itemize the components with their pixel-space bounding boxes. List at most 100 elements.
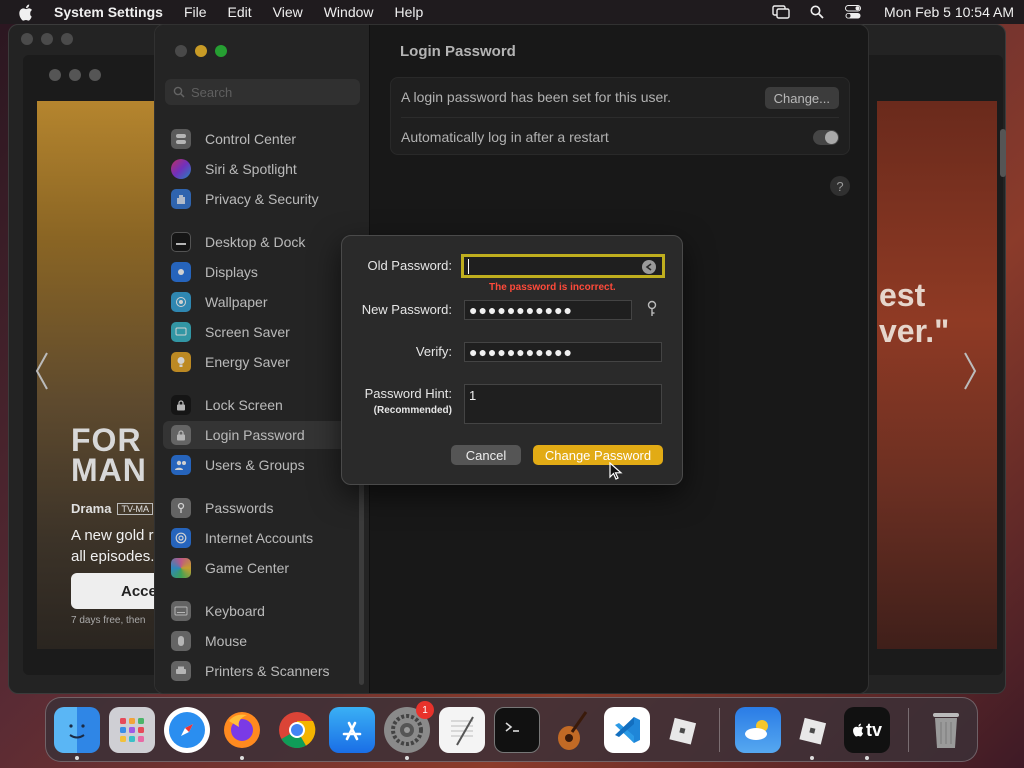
tv-window-controls (21, 33, 73, 45)
cancel-button[interactable]: Cancel (451, 445, 521, 465)
running-indicator (810, 756, 814, 760)
sidebar-item-label: Lock Screen (205, 397, 283, 413)
auto-login-toggle[interactable] (813, 130, 839, 145)
app-store-icon[interactable] (329, 707, 375, 753)
menu-clock[interactable]: Mon Feb 5 10:54 AM (884, 4, 1014, 20)
zoom-button[interactable] (215, 45, 227, 57)
hand-icon (171, 189, 191, 209)
vscode-icon[interactable] (604, 707, 650, 753)
terminal-icon[interactable] (494, 707, 540, 753)
sidebar-search[interactable] (165, 79, 360, 105)
chevron-left-icon[interactable] (35, 351, 49, 391)
users-icon (171, 455, 191, 475)
screen-mirroring-icon[interactable] (772, 5, 790, 19)
clear-field-icon[interactable] (642, 260, 656, 274)
old-password-field[interactable] (461, 254, 665, 278)
sidebar-item-displays[interactable]: Displays (163, 258, 361, 286)
sidebar-item-siri[interactable]: Siri & Spotlight (163, 155, 361, 183)
menu-bar: System Settings File Edit View Window He… (0, 0, 1024, 24)
textedit-icon[interactable] (439, 707, 485, 753)
sidebar-item-label: Login Password (205, 427, 305, 443)
login-password-icon (171, 425, 191, 445)
running-indicator (75, 756, 79, 760)
sidebar-item-privacy[interactable]: Privacy & Security (163, 185, 361, 213)
mouse-pointer-icon (609, 462, 623, 480)
sidebar-item-desktop-dock[interactable]: Desktop & Dock (163, 228, 361, 256)
menu-view[interactable]: View (273, 4, 303, 20)
sidebar-item-game-center[interactable]: Game Center (163, 554, 361, 582)
verify-password-field[interactable]: ●●●●●●●●●●● (464, 342, 662, 362)
sidebar-item-label: Energy Saver (205, 354, 290, 370)
menu-edit[interactable]: Edit (228, 4, 252, 20)
key-icon (171, 498, 191, 518)
firefox-icon[interactable] (219, 707, 265, 753)
sidebar-item-login-password[interactable]: Login Password (163, 421, 361, 449)
sidebar-item-label: Keyboard (205, 603, 265, 619)
apple-tv-label: tv (865, 719, 882, 740)
spotlight-search-icon[interactable] (808, 5, 826, 19)
sidebar-item-label: Privacy & Security (205, 191, 319, 207)
sidebar-item-wallpaper[interactable]: Wallpaper (163, 288, 361, 316)
sidebar-item-printers[interactable]: Printers & Scanners (163, 657, 361, 685)
verify-password-value: ●●●●●●●●●●● (469, 344, 574, 360)
running-indicator (865, 756, 869, 760)
at-sign-icon (171, 528, 191, 548)
new-password-field[interactable]: ●●●●●●●●●●● (464, 300, 632, 320)
text-caret (468, 258, 469, 274)
sidebar-item-screen-saver[interactable]: Screen Saver (163, 318, 361, 346)
sidebar-item-keyboard[interactable]: Keyboard (163, 597, 361, 625)
roblox-icon[interactable] (659, 707, 705, 753)
close-button[interactable] (175, 45, 187, 57)
change-password-button[interactable]: Change... (764, 87, 839, 109)
sidebar-item-label: Control Center (205, 131, 297, 147)
safari-icon[interactable] (164, 707, 210, 753)
search-input[interactable] (191, 84, 351, 100)
sidebar-item-control-center[interactable]: Control Center (163, 125, 361, 153)
menu-file[interactable]: File (184, 4, 207, 20)
hero-rating-badge: TV-MA (117, 502, 153, 515)
new-password-label: New Password: (361, 302, 452, 317)
minimize-button[interactable] (195, 45, 207, 57)
password-status-text: A login password has been set for this u… (401, 89, 672, 105)
roblox-studio-icon[interactable] (789, 707, 835, 753)
password-assistant-key-icon[interactable] (646, 300, 658, 318)
game-center-icon (171, 558, 191, 578)
apple-tv-icon[interactable]: tv (844, 707, 890, 753)
weather-icon[interactable] (735, 707, 781, 753)
dock-separator (719, 708, 720, 752)
sidebar-item-users-groups[interactable]: Users & Groups (163, 451, 361, 479)
sidebar-item-label: Internet Accounts (205, 530, 314, 546)
sidebar-item-label: Mouse (205, 633, 248, 649)
menu-window[interactable]: Window (324, 4, 374, 20)
menu-help[interactable]: Help (395, 4, 424, 20)
running-indicator (405, 756, 409, 760)
launchpad-icon[interactable] (109, 707, 155, 753)
sidebar-item-internet-accounts[interactable]: Internet Accounts (163, 524, 361, 552)
new-password-value: ●●●●●●●●●●● (469, 302, 574, 318)
control-center-icon[interactable] (844, 5, 862, 19)
tv-scrollbar[interactable] (1000, 129, 1006, 177)
chevron-right-icon[interactable] (963, 351, 977, 391)
change-password-submit-button[interactable]: Change Password (533, 445, 663, 465)
sidebar-item-mouse[interactable]: Mouse (163, 627, 361, 655)
password-hint-field[interactable]: 1 (464, 384, 662, 424)
sidebar-item-passwords[interactable]: Passwords (163, 494, 361, 522)
sidebar-item-label: Screen Saver (205, 324, 290, 340)
notification-badge: 1 (416, 701, 434, 719)
trash-icon[interactable] (923, 707, 969, 753)
apple-menu-icon[interactable] (18, 4, 34, 21)
system-settings-icon[interactable]: 1 (384, 701, 434, 753)
password-hint-value: 1 (469, 388, 477, 403)
sidebar-item-lock-screen[interactable]: Lock Screen (163, 391, 361, 419)
old-password-label: Old Password: (367, 258, 452, 273)
control-center-icon (171, 129, 191, 149)
help-button[interactable]: ? (830, 176, 850, 196)
menu-app-name[interactable]: System Settings (54, 4, 163, 20)
hero-fine-print: 7 days free, then (71, 615, 146, 626)
garageband-icon[interactable] (549, 707, 595, 753)
siri-icon (171, 159, 191, 179)
finder-icon[interactable] (54, 707, 100, 753)
change-password-dialog: Old Password: The password is incorrect.… (341, 235, 683, 485)
chrome-icon[interactable] (274, 707, 320, 753)
sidebar-item-energy-saver[interactable]: Energy Saver (163, 348, 361, 376)
